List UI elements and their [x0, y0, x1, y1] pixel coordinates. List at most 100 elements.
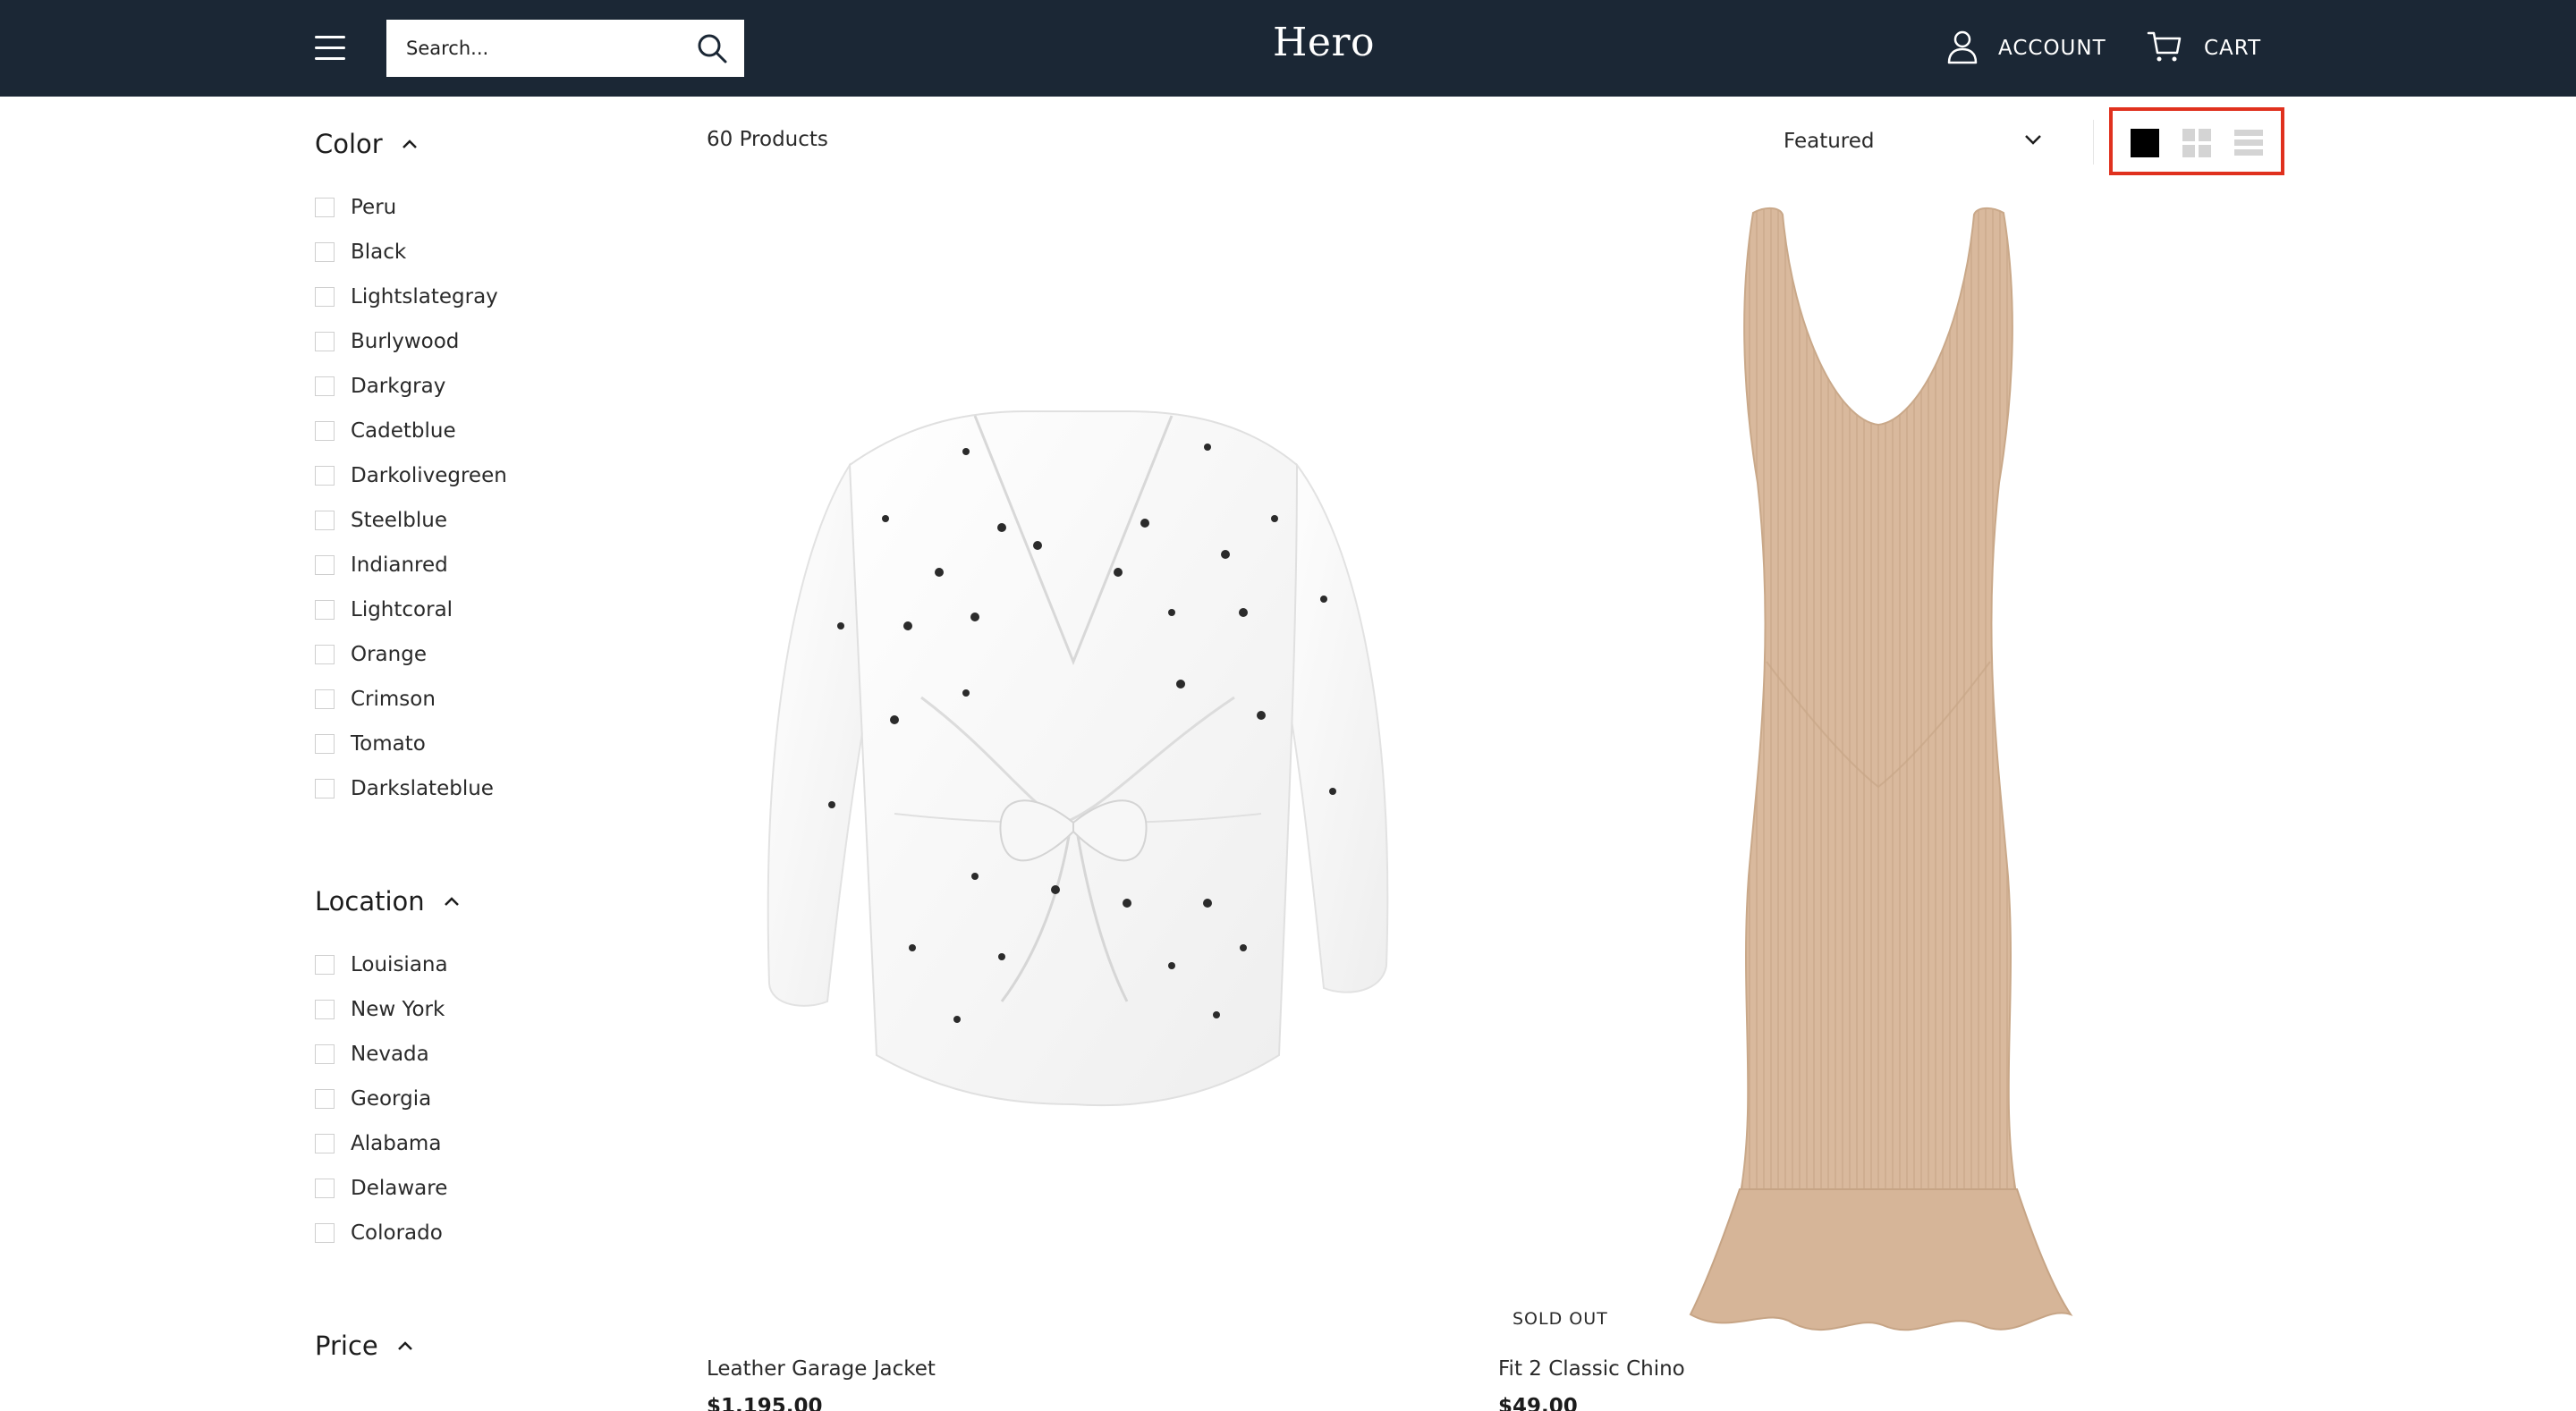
- product-card[interactable]: SOLD OUT Fit 2 Classic Chino $49.00: [1498, 197, 2241, 1411]
- site-logo[interactable]: Hero: [1199, 20, 1449, 65]
- chevron-down-icon: [2025, 135, 2041, 145]
- location-option[interactable]: Georgia: [315, 1086, 431, 1112]
- location-filter-heading: Location: [315, 886, 425, 917]
- color-option[interactable]: Darkgray: [315, 373, 445, 400]
- checkbox[interactable]: [315, 376, 335, 396]
- chevron-up-icon: [397, 1341, 412, 1350]
- checkbox[interactable]: [315, 511, 335, 530]
- checkbox[interactable]: [315, 1000, 335, 1019]
- product-price: $49.00: [1498, 1395, 1578, 1411]
- checkbox[interactable]: [315, 1134, 335, 1153]
- color-option[interactable]: Black: [315, 239, 406, 266]
- sort-selected-value: Featured: [1784, 130, 1875, 153]
- color-option[interactable]: Lightslategray: [315, 283, 498, 310]
- color-option[interactable]: Burlywood: [315, 328, 459, 355]
- list-view-icon[interactable]: [2234, 129, 2263, 157]
- filter-label: Darkolivegreen: [351, 464, 507, 487]
- checkbox[interactable]: [315, 1179, 335, 1198]
- color-option[interactable]: Steelblue: [315, 507, 447, 534]
- color-option[interactable]: Darkolivegreen: [315, 462, 507, 489]
- search-form: [386, 20, 744, 77]
- location-filter-toggle[interactable]: Location: [315, 886, 461, 917]
- account-link[interactable]: ACCOUNT: [1945, 29, 2106, 68]
- cart-label: CART: [2204, 37, 2262, 60]
- checkbox[interactable]: [315, 198, 335, 217]
- product-price: $1,195.00: [707, 1395, 823, 1411]
- cart-link[interactable]: CART: [2147, 29, 2261, 68]
- color-option[interactable]: Darkslateblue: [315, 775, 494, 802]
- filter-label: Lightcoral: [351, 598, 453, 621]
- checkbox[interactable]: [315, 1044, 335, 1064]
- filter-label: New York: [351, 998, 445, 1021]
- filter-label: Delaware: [351, 1177, 448, 1200]
- checkbox[interactable]: [315, 1089, 335, 1109]
- location-option[interactable]: Colorado: [315, 1220, 443, 1246]
- filter-label: Colorado: [351, 1221, 443, 1245]
- checkbox[interactable]: [315, 645, 335, 664]
- filter-label: Darkgray: [351, 375, 446, 398]
- filter-label: Tomato: [351, 732, 426, 756]
- color-filter-heading: Color: [315, 129, 383, 159]
- filter-label: Georgia: [351, 1087, 432, 1111]
- checkbox[interactable]: [315, 734, 335, 754]
- color-option[interactable]: Indianred: [315, 552, 448, 579]
- filter-label: Indianred: [351, 553, 448, 577]
- location-option[interactable]: New York: [315, 996, 445, 1023]
- filter-label: Nevada: [351, 1043, 429, 1066]
- product-image[interactable]: [1498, 197, 2241, 1332]
- color-option[interactable]: Orange: [315, 641, 427, 668]
- filter-label: Burlywood: [351, 330, 460, 353]
- checkbox[interactable]: [315, 242, 335, 262]
- checkbox[interactable]: [315, 466, 335, 486]
- product-image[interactable]: [707, 197, 1449, 1332]
- filter-label: Orange: [351, 643, 427, 666]
- checkbox[interactable]: [315, 555, 335, 575]
- filter-label: Black: [351, 241, 407, 264]
- checkbox[interactable]: [315, 1223, 335, 1243]
- checkbox[interactable]: [315, 421, 335, 441]
- user-icon: [1945, 29, 1980, 68]
- product-card[interactable]: Leather Garage Jacket $1,195.00: [707, 197, 1449, 1411]
- checkbox[interactable]: [315, 955, 335, 975]
- color-option[interactable]: Cadetblue: [315, 418, 456, 444]
- checkbox[interactable]: [315, 689, 335, 709]
- filter-label: Peru: [351, 196, 397, 219]
- filter-label: Lightslategray: [351, 285, 498, 308]
- small-grid-view-icon[interactable]: [2182, 129, 2211, 157]
- checkbox[interactable]: [315, 332, 335, 351]
- price-filter-heading: Price: [315, 1331, 378, 1361]
- color-option[interactable]: Crimson: [315, 686, 436, 713]
- hamburger-menu-icon[interactable]: [313, 32, 349, 64]
- product-title[interactable]: Leather Garage Jacket: [707, 1357, 936, 1381]
- sort-select[interactable]: Featured: [1784, 123, 2052, 159]
- product-count: 60 Products: [707, 128, 828, 151]
- checkbox[interactable]: [315, 600, 335, 620]
- site-header: Hero ACCOUNT CART: [0, 0, 2576, 97]
- color-option[interactable]: Lightcoral: [315, 596, 453, 623]
- view-mode-switcher: [2109, 107, 2284, 175]
- location-option[interactable]: Alabama: [315, 1130, 441, 1157]
- checkbox[interactable]: [315, 779, 335, 798]
- filter-label: Crimson: [351, 688, 436, 711]
- price-filter-toggle[interactable]: Price: [315, 1331, 414, 1361]
- checkbox[interactable]: [315, 287, 335, 307]
- large-grid-view-icon[interactable]: [2131, 129, 2159, 157]
- location-option[interactable]: Louisiana: [315, 951, 448, 978]
- filter-label: Louisiana: [351, 953, 448, 976]
- filter-label: Darkslateblue: [351, 777, 494, 800]
- product-title[interactable]: Fit 2 Classic Chino: [1498, 1357, 1685, 1381]
- toolbar-divider: [2093, 120, 2094, 165]
- sold-out-badge: SOLD OUT: [1513, 1309, 1608, 1329]
- chevron-up-icon: [444, 897, 459, 906]
- color-option[interactable]: Tomato: [315, 731, 426, 757]
- filter-label: Alabama: [351, 1132, 442, 1155]
- search-input[interactable]: [386, 20, 682, 77]
- search-icon[interactable]: [696, 32, 728, 64]
- color-filter-toggle[interactable]: Color: [315, 129, 419, 159]
- location-option[interactable]: Delaware: [315, 1175, 447, 1202]
- color-option[interactable]: Peru: [315, 194, 396, 221]
- location-option[interactable]: Nevada: [315, 1041, 429, 1068]
- filter-label: Cadetblue: [351, 419, 456, 443]
- filter-label: Steelblue: [351, 509, 448, 532]
- chevron-up-icon: [402, 139, 417, 148]
